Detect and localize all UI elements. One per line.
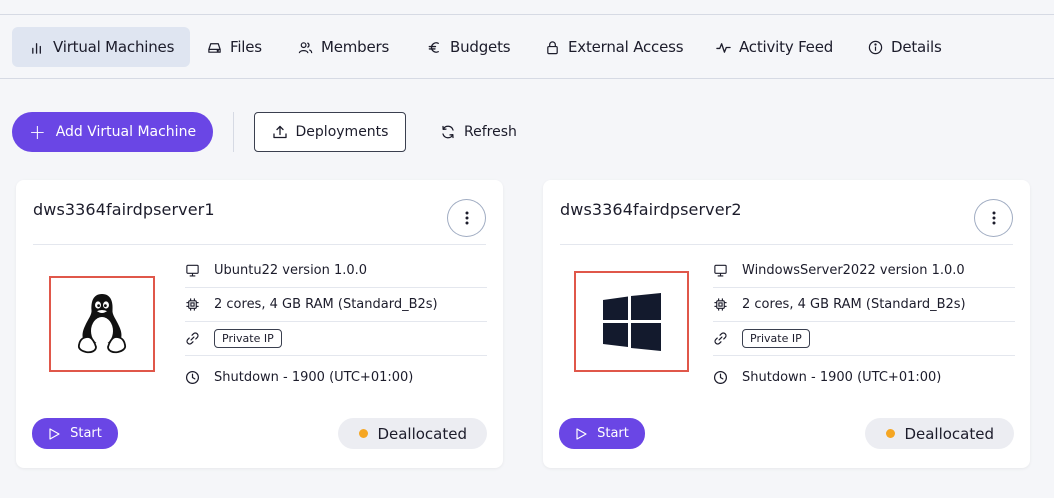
clock-icon bbox=[185, 370, 200, 384]
tab-label: Members bbox=[321, 38, 390, 56]
image-version: WindowsServer2022 version 1.0.0 bbox=[742, 263, 965, 278]
status-badge: Deallocated bbox=[865, 418, 1014, 449]
shutdown-info-row: Shutdown - 1900 (UTC+01:00) bbox=[185, 360, 487, 394]
tab-activity-feed[interactable]: Activity Feed bbox=[716, 27, 833, 67]
status-dot bbox=[359, 429, 369, 438]
more-vertical-icon bbox=[465, 211, 468, 225]
card-divider bbox=[33, 244, 486, 245]
os-image-frame bbox=[574, 271, 689, 372]
shutdown-schedule: Shutdown - 1900 (UTC+01:00) bbox=[214, 369, 414, 385]
tab-label: Details bbox=[891, 38, 942, 56]
shutdown-schedule: Shutdown - 1900 (UTC+01:00) bbox=[742, 369, 942, 385]
users-icon bbox=[298, 41, 313, 53]
toolbar-separator bbox=[233, 112, 234, 152]
monitor-icon bbox=[186, 264, 199, 277]
status-label: Deallocated bbox=[904, 424, 994, 443]
cpu-icon bbox=[714, 298, 727, 311]
tab-members[interactable]: Members bbox=[298, 27, 389, 67]
tab-budgets[interactable]: Budgets bbox=[427, 27, 511, 67]
more-options-button[interactable] bbox=[447, 199, 486, 237]
shutdown-info-row: Shutdown - 1900 (UTC+01:00) bbox=[713, 360, 1015, 394]
tab-virtual-machines[interactable]: Virtual Machines bbox=[12, 27, 191, 67]
tab-bar: Virtual Machines Files Members Budgets E… bbox=[0, 15, 1054, 79]
start-label: Start bbox=[70, 426, 102, 441]
cpu-icon bbox=[186, 298, 199, 311]
status-dot bbox=[886, 429, 896, 438]
more-vertical-icon bbox=[992, 211, 995, 225]
tab-files[interactable]: Files bbox=[207, 27, 262, 67]
image-info-row: WindowsServer2022 version 1.0.0 bbox=[713, 254, 1015, 288]
private-ip-badge: Private IP bbox=[742, 329, 810, 348]
bar-chart-icon bbox=[32, 42, 41, 54]
start-button[interactable]: Start bbox=[559, 418, 645, 449]
vm-size: 2 cores, 4 GB RAM (Standard_B2s) bbox=[214, 297, 438, 312]
network-info-row: Private IP bbox=[185, 322, 487, 356]
link-icon bbox=[714, 332, 727, 345]
plus-icon: + bbox=[28, 120, 46, 144]
status-badge: Deallocated bbox=[338, 418, 487, 449]
tab-label: External Access bbox=[568, 38, 684, 56]
clock-icon bbox=[713, 370, 728, 384]
network-info-row: Private IP bbox=[713, 322, 1015, 356]
size-info-row: 2 cores, 4 GB RAM (Standard_B2s) bbox=[713, 288, 1015, 322]
status-label: Deallocated bbox=[377, 424, 467, 443]
start-button[interactable]: Start bbox=[32, 418, 118, 449]
refresh-label: Refresh bbox=[464, 124, 517, 140]
vm-name: dws3364fairdpserver1 bbox=[33, 200, 215, 219]
start-label: Start bbox=[597, 426, 629, 441]
play-icon bbox=[576, 427, 587, 440]
vm-card: dws3364fairdpserver1 Ubuntu22 version 1.… bbox=[16, 180, 503, 468]
refresh-button[interactable]: Refresh bbox=[440, 112, 517, 152]
upload-icon bbox=[272, 125, 287, 139]
lock-icon bbox=[547, 40, 558, 54]
vm-size: 2 cores, 4 GB RAM (Standard_B2s) bbox=[742, 297, 966, 312]
deployments-label: Deployments bbox=[295, 124, 389, 140]
linux-tux-icon bbox=[77, 294, 127, 354]
vm-card: dws3364fairdpserver2 WindowsServer2022 v… bbox=[543, 180, 1030, 468]
play-icon bbox=[49, 427, 60, 440]
image-version: Ubuntu22 version 1.0.0 bbox=[214, 263, 368, 278]
private-ip-badge: Private IP bbox=[214, 329, 282, 348]
link-icon bbox=[186, 332, 199, 345]
image-info-row: Ubuntu22 version 1.0.0 bbox=[185, 254, 487, 288]
info-icon bbox=[868, 40, 883, 54]
drive-icon bbox=[208, 42, 221, 53]
windows-logo-icon bbox=[602, 292, 661, 351]
add-virtual-machine-button[interactable]: + Add Virtual Machine bbox=[12, 112, 213, 152]
tab-details[interactable]: Details bbox=[868, 27, 942, 67]
card-divider bbox=[560, 244, 1013, 245]
vm-name: dws3364fairdpserver2 bbox=[560, 200, 742, 219]
monitor-icon bbox=[714, 264, 727, 277]
more-options-button[interactable] bbox=[974, 199, 1013, 237]
os-image-frame bbox=[49, 276, 155, 372]
euro-icon bbox=[428, 41, 439, 53]
refresh-icon bbox=[442, 125, 454, 139]
tab-label: Activity Feed bbox=[739, 38, 834, 56]
add-virtual-machine-label: Add Virtual Machine bbox=[55, 124, 197, 140]
tab-label: Budgets bbox=[450, 38, 511, 56]
tab-external-access[interactable]: External Access bbox=[545, 27, 684, 67]
size-info-row: 2 cores, 4 GB RAM (Standard_B2s) bbox=[185, 288, 487, 322]
tab-label: Files bbox=[230, 38, 262, 56]
activity-icon bbox=[716, 42, 731, 53]
tab-label: Virtual Machines bbox=[53, 38, 175, 56]
deployments-button[interactable]: Deployments bbox=[254, 112, 406, 152]
